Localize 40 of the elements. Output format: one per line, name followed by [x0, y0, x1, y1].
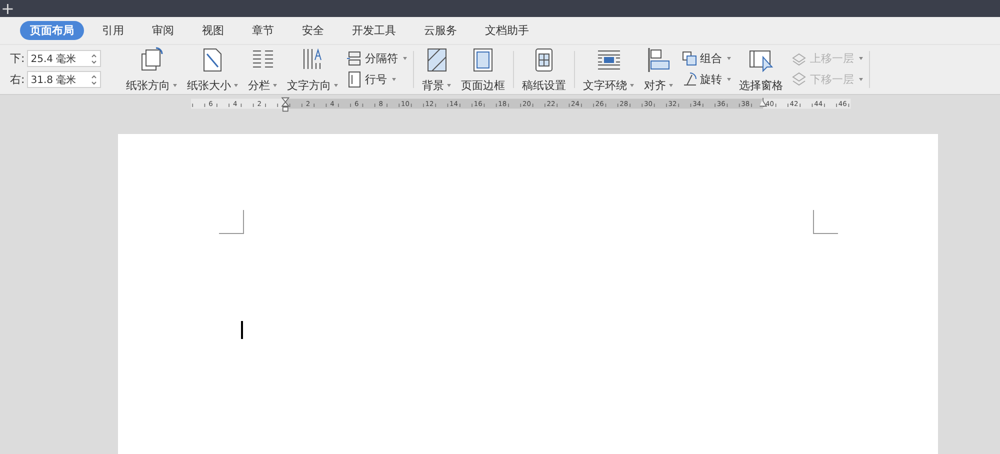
- layers-down-icon: [791, 71, 808, 88]
- ribbon-button[interactable]: 对齐: [640, 44, 677, 94]
- spinner-icon[interactable]: [90, 52, 97, 65]
- ribbon-button[interactable]: 选择窗格: [735, 44, 787, 94]
- margin-input-field[interactable]: 25.4 毫米: [26, 50, 101, 68]
- ribbon-tab[interactable]: 文档助手: [475, 20, 539, 40]
- ribbon-button[interactable]: 稿纸设置: [518, 44, 570, 94]
- rotate-icon: [681, 71, 698, 88]
- ribbon-tab[interactable]: 开发工具: [342, 20, 406, 40]
- right-indent-marker-icon[interactable]: [759, 97, 768, 107]
- margin-label: 下:: [10, 51, 25, 66]
- ribbon-tab[interactable]: 视图: [192, 20, 234, 40]
- ribbon-button[interactable]: 文字方向: [283, 44, 342, 94]
- margin-corner-mark: [813, 210, 838, 234]
- ribbon-button[interactable]: 背景: [418, 44, 455, 94]
- group-shapes-icon: [681, 50, 698, 68]
- ribbon-button[interactable]: 文字环绕: [579, 44, 638, 94]
- ribbon-tab[interactable]: 安全: [292, 20, 334, 40]
- text-cursor: [241, 321, 243, 339]
- ribbon-button[interactable]: 行号: [344, 71, 409, 88]
- ribbon-tab[interactable]: 云服务: [414, 20, 467, 40]
- new-tab-button[interactable]: +: [1, 0, 14, 17]
- ribbon-tab[interactable]: 页面布局: [20, 20, 84, 40]
- ribbon-button[interactable]: 页面边框: [457, 44, 509, 94]
- ribbon-button[interactable]: 分栏: [244, 44, 281, 94]
- ribbon-button[interactable]: 组合: [679, 50, 733, 68]
- ribbon-tab[interactable]: 引用: [92, 20, 134, 40]
- ribbon-tab[interactable]: 审阅: [142, 20, 184, 40]
- ribbon-button[interactable]: 分隔符: [344, 50, 409, 68]
- line-number-icon: [346, 71, 363, 88]
- ribbon-button[interactable]: 旋转: [679, 71, 733, 88]
- ribbon-tab[interactable]: 章节: [242, 20, 284, 40]
- margin-corner-mark: [219, 210, 244, 234]
- spinner-icon[interactable]: [90, 74, 97, 86]
- ribbon-button[interactable]: 纸张方向: [122, 44, 181, 94]
- ribbon-button[interactable]: 纸张大小: [183, 44, 242, 94]
- margin-label: 右:: [10, 72, 25, 88]
- section-break-icon: [346, 50, 363, 68]
- indent-marker-icon[interactable]: [281, 97, 290, 112]
- margin-input-field[interactable]: 31.8 毫米: [26, 71, 101, 88]
